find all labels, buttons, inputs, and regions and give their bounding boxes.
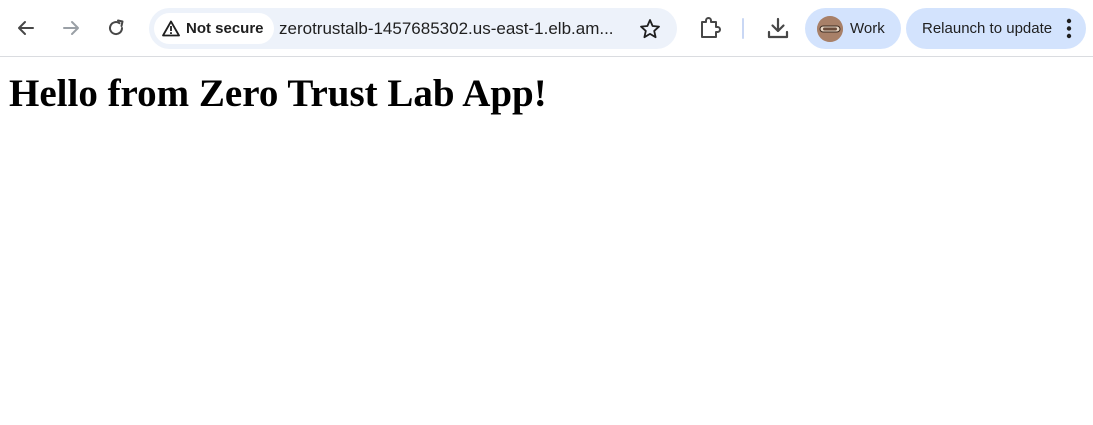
back-button[interactable] <box>8 10 44 46</box>
security-indicator[interactable]: Not secure <box>154 13 274 44</box>
reload-icon <box>109 19 124 36</box>
relaunch-button[interactable]: Relaunch to update <box>906 8 1086 49</box>
profile-button[interactable]: Work <box>805 8 901 49</box>
avatar-image-icon <box>817 15 843 42</box>
arrow-left-icon <box>18 21 34 35</box>
page-content: Hello from Zero Trust Lab App! <box>0 58 1093 425</box>
forward-button[interactable] <box>53 10 89 46</box>
bookmark-star-icon[interactable] <box>639 18 661 40</box>
toolbar-divider <box>742 18 744 39</box>
relaunch-label: Relaunch to update <box>922 20 1053 37</box>
browser-toolbar: Not secure zerotrustalb-1457685302.us-ea… <box>0 0 1093 57</box>
reload-button[interactable] <box>98 10 134 46</box>
page-heading: Hello from Zero Trust Lab App! <box>9 72 547 115</box>
avatar <box>817 15 843 42</box>
warning-icon <box>162 20 180 37</box>
arrow-right-icon <box>63 21 79 35</box>
download-icon[interactable] <box>764 14 792 42</box>
url-text[interactable]: zerotrustalb-1457685302.us-east-1.elb.am… <box>279 8 624 49</box>
profile-label: Work <box>850 20 885 37</box>
more-vert-icon[interactable] <box>1066 18 1072 39</box>
security-label: Not secure <box>186 20 264 37</box>
extensions-puzzle-icon[interactable] <box>696 14 724 42</box>
address-bar[interactable]: Not secure zerotrustalb-1457685302.us-ea… <box>149 8 677 49</box>
